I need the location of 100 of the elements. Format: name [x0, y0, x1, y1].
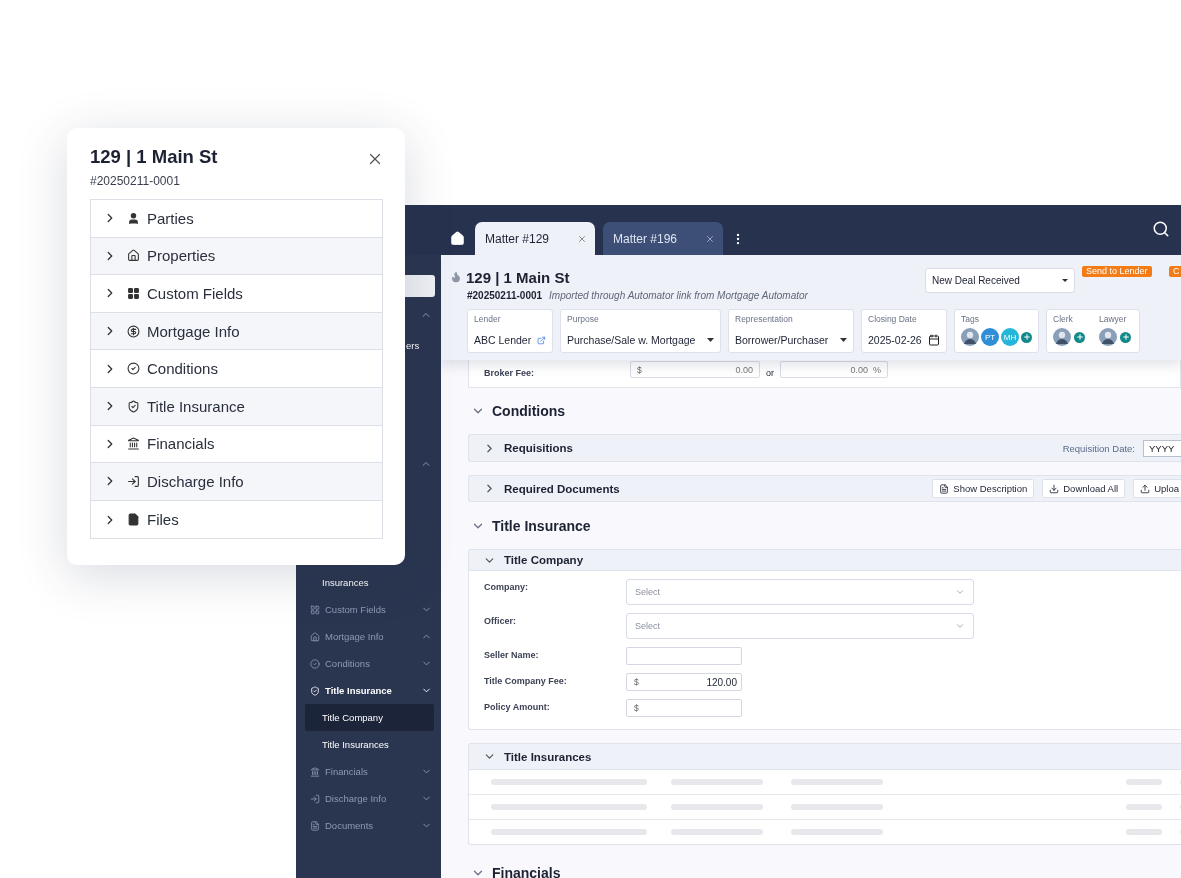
section-row[interactable]: Properties [91, 237, 382, 276]
chevron-down-icon [955, 621, 965, 631]
sidebar-section[interactable]: Title Insurance [305, 677, 434, 704]
add-button[interactable] [1120, 331, 1131, 343]
sidebar-section[interactable]: Mortgage Info [305, 623, 434, 650]
shield-check-icon [127, 399, 140, 413]
form-label: Policy Amount: [484, 701, 551, 712]
check-circle-icon [127, 362, 140, 376]
money-field[interactable]: $ 0.00 [630, 361, 760, 378]
field-label: Representation [735, 314, 794, 324]
toolbar-button[interactable]: Download All [1042, 479, 1126, 498]
home-icon [450, 231, 465, 246]
document-icon [127, 513, 140, 527]
matter-title: 129 | 1 Main St [466, 268, 570, 286]
popup-number: #20250211-0001 [90, 174, 181, 188]
dropdown-caret-icon [840, 338, 847, 342]
calendar-icon[interactable] [928, 334, 940, 346]
sidebar-section[interactable]: Conditions [305, 650, 434, 677]
toolbar-button[interactable]: Uploa [1133, 479, 1181, 498]
add-button[interactable] [1074, 331, 1085, 343]
money-field[interactable]: $ [626, 699, 742, 717]
text-field[interactable] [626, 647, 742, 665]
bank-icon [127, 437, 140, 451]
sidebar-section[interactable]: Documents [305, 812, 434, 839]
field-label: Closing Date [868, 314, 918, 324]
dropdown-caret-icon [1062, 279, 1068, 282]
money-value: 120.00 [706, 676, 737, 688]
sidebar-item[interactable]: Title Company [305, 704, 434, 731]
panel-title: Requisitions [504, 442, 574, 454]
initials-avatar: PT [981, 328, 999, 346]
section-label: Custom Fields [147, 285, 243, 302]
close-icon[interactable] [705, 233, 715, 244]
avatar-icon [1099, 328, 1117, 346]
money-value: 0.00 [735, 364, 753, 375]
section-label: Discharge Info [147, 472, 244, 490]
sidebar-item[interactable]: Insurances [305, 569, 434, 596]
section-label: Financials [147, 435, 215, 453]
section-heading: Conditions [492, 403, 566, 419]
field-value: Purchase/Sale w. Mortgage [567, 334, 696, 346]
sidebar-item[interactable]: Title Insurances [305, 731, 434, 758]
popup-title: 129 | 1 Main St [90, 146, 218, 168]
bank-icon [310, 766, 320, 777]
field-card[interactable]: Purpose Purchase/Sale w. Mortgage [560, 309, 721, 353]
panel-title: Required Documents [504, 482, 621, 495]
date-field[interactable]: YYYY [1143, 439, 1181, 457]
external-link-icon[interactable] [537, 334, 546, 346]
flame-icon [450, 271, 462, 283]
close-icon[interactable] [577, 233, 587, 244]
panel-title: Title Insurances [504, 750, 593, 763]
section-row[interactable]: Discharge Info [91, 463, 382, 501]
field-value: ABC Lender [474, 334, 532, 346]
avatar-icon [1053, 328, 1071, 346]
requisitions-bar[interactable]: Requisitions Requisition Date: YYYY [468, 434, 1181, 462]
field-card[interactable]: Lender ABC Lender [467, 309, 553, 353]
section-label: Mortgage Info [147, 322, 240, 340]
sidebar-section[interactable]: Financials [305, 758, 434, 785]
money-field[interactable]: $ 120.00 [626, 673, 742, 691]
percent-field[interactable]: 0.00 % [780, 361, 888, 378]
dropdown-caret-icon [707, 338, 714, 342]
sidebar-section[interactable]: Discharge Info [305, 785, 434, 812]
form-label: Seller Name: [484, 649, 540, 660]
house-icon [127, 249, 140, 263]
section-row[interactable]: Mortgage Info [91, 312, 382, 351]
matter-tab[interactable]: Matter #129 [475, 222, 595, 255]
check-circle-icon [310, 658, 320, 669]
house-icon [310, 631, 320, 642]
search-icon [1152, 220, 1170, 238]
status-select[interactable]: New Deal Received [925, 268, 1075, 293]
section-label: Parties [147, 209, 194, 227]
sidebar-section[interactable]: Custom Fields [305, 596, 434, 623]
currency-prefix: $ [634, 677, 639, 687]
or-label: or [766, 368, 774, 378]
field-label: Lender [474, 314, 502, 324]
percent-sign: % [873, 364, 881, 375]
section-label: Conditions [147, 360, 218, 378]
matter-number: #20250211-0001 [467, 290, 543, 301]
panel-title: Title Company [504, 554, 585, 566]
field-label: Lawyer [1099, 314, 1128, 324]
field-card[interactable]: Closing Date 2025-02-26 [861, 309, 947, 353]
add-button[interactable] [1021, 331, 1032, 343]
toolbar-button[interactable]: Show Description [932, 479, 1035, 498]
currency-prefix: $ [637, 364, 642, 375]
section-heading: Title Insurance [492, 517, 591, 534]
download-icon [1049, 483, 1060, 494]
search-button[interactable] [1152, 220, 1170, 238]
field-card[interactable]: Representation Borrower/Purchaser [728, 309, 854, 353]
form-label: Broker Fee: [484, 368, 536, 378]
select-placeholder: Select [635, 621, 660, 631]
shield-check-icon [310, 685, 320, 696]
documents-bar[interactable]: Required Documents Show Description Download All Uploa [468, 475, 1181, 502]
field-label: Purpose [567, 314, 600, 324]
form-label: Officer: [484, 615, 517, 626]
select-placeholder: Select [635, 587, 660, 597]
section-heading: Financials [492, 865, 561, 878]
upload-icon [1140, 483, 1151, 494]
form-label: Company: [484, 581, 529, 592]
currency-prefix: $ [634, 703, 639, 713]
section-label: Properties [147, 247, 216, 265]
matter-tab[interactable]: Matter #196 [603, 222, 723, 255]
section-row[interactable]: Title Insurance [91, 387, 382, 426]
